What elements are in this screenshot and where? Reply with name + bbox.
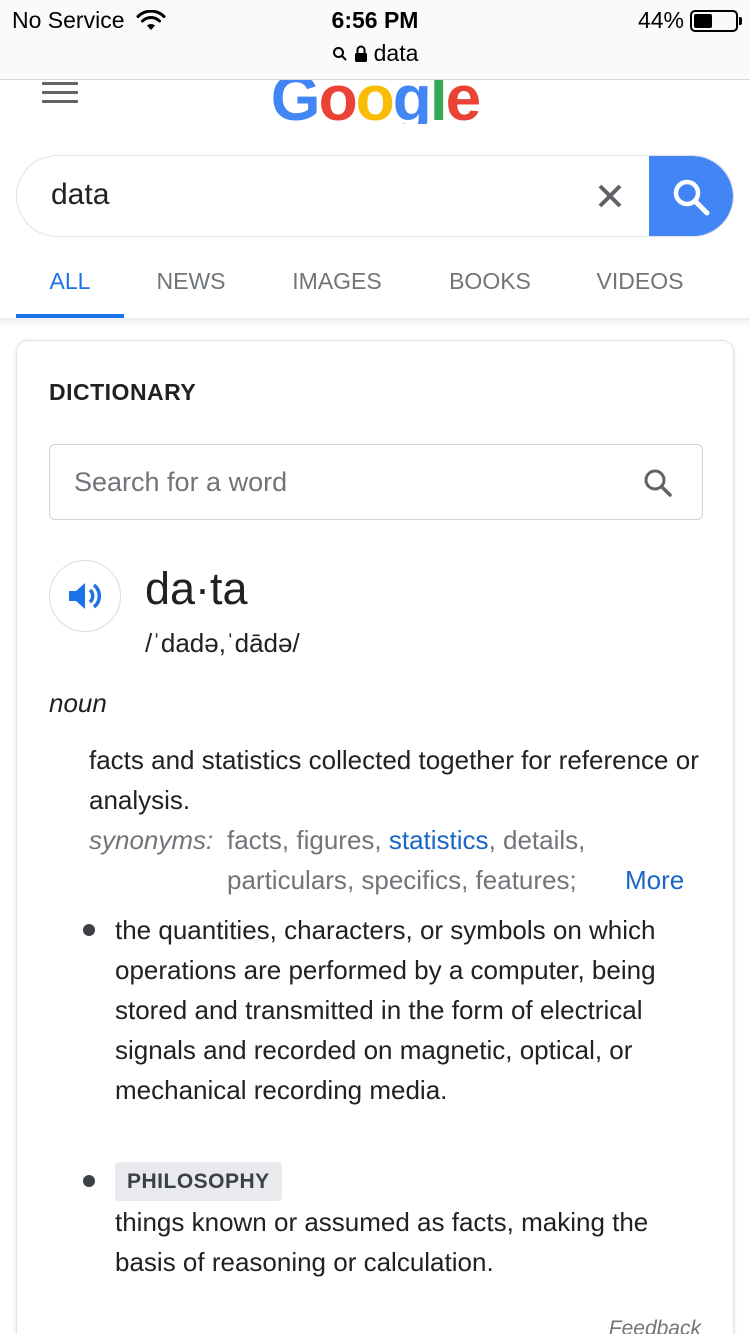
search-button[interactable] (649, 156, 733, 236)
battery-icon (690, 9, 742, 32)
synonym: features (475, 865, 570, 895)
tab-books[interactable]: BOOKS (416, 250, 564, 318)
logo-letter: o (318, 80, 358, 124)
synonym: facts (227, 825, 282, 855)
logo-text: Google (271, 80, 481, 124)
part-of-speech: noun (49, 688, 107, 718)
definition-3: things known or assumed as facts, making… (115, 1207, 649, 1277)
word-search-box (49, 444, 703, 520)
url-text: data (373, 40, 419, 66)
pronunciation-button[interactable] (49, 560, 121, 632)
phonetic: /ˈdadə,ˈdādə/ (145, 628, 300, 658)
synonym: particulars (227, 865, 347, 895)
synonym-separator: , (461, 865, 476, 895)
logo-letter: g (392, 80, 432, 124)
more-synonyms-link[interactable]: More (625, 860, 684, 900)
word-search-input[interactable] (74, 463, 614, 501)
bullet-icon (83, 924, 95, 936)
card-title: DICTIONARY (49, 379, 197, 405)
feedback-link[interactable]: Feedback (609, 1317, 701, 1334)
clear-icon[interactable] (590, 176, 630, 216)
search-icon (332, 46, 347, 61)
synonym-separator: , (374, 825, 389, 855)
headword: da·ta (145, 563, 248, 614)
search-query[interactable]: data (51, 178, 109, 212)
status-bar: No Service 6:56 PM data 44% (0, 0, 750, 80)
logo-letter: l (429, 80, 448, 124)
synonym: specifics (361, 865, 462, 895)
synonym-separator: , (346, 865, 362, 895)
tab-images[interactable]: IMAGES (258, 250, 416, 318)
bullet-icon (83, 1175, 95, 1187)
search-icon (673, 179, 710, 216)
battery-percent: 44% (637, 7, 684, 33)
address-bar[interactable]: data (0, 40, 750, 67)
dictionary-card: DICTIONARY da·ta /ˈdadə,ˈdādə/ noun fact… (16, 340, 734, 1334)
synonym-separator: , (578, 825, 586, 855)
definition-2: the quantities, characters, or symbols o… (115, 915, 656, 1105)
logo-letter: G (270, 80, 321, 124)
synonym-separator: , (488, 825, 504, 855)
search-bar: data (16, 155, 734, 237)
battery-group: 44% (637, 7, 742, 34)
tab-news[interactable]: NEWS (124, 250, 258, 318)
synonyms-label: synonyms: (89, 825, 214, 855)
google-logo[interactable]: Google (0, 80, 750, 124)
subject-label: PHILOSOPHY (115, 1162, 282, 1201)
search-tabs: ALL NEWS IMAGES BOOKS VIDEOS (16, 250, 750, 318)
search-icon[interactable] (642, 467, 674, 499)
synonym: figures (296, 825, 375, 855)
tabs-shadow (0, 318, 750, 328)
synonym-separator: ; (569, 865, 577, 895)
logo-letter: e (445, 80, 482, 124)
speaker-icon (69, 583, 102, 609)
lock-icon (354, 45, 367, 62)
synonym[interactable]: statistics (389, 825, 489, 855)
tab-all[interactable]: ALL (16, 250, 124, 318)
logo-letter: o (355, 80, 395, 124)
tab-videos[interactable]: VIDEOS (564, 250, 716, 318)
definition-1: facts and statistics collected together … (89, 745, 699, 815)
synonym-separator: , (281, 825, 297, 855)
battery-fill (694, 13, 712, 28)
synonym: details (503, 825, 579, 855)
